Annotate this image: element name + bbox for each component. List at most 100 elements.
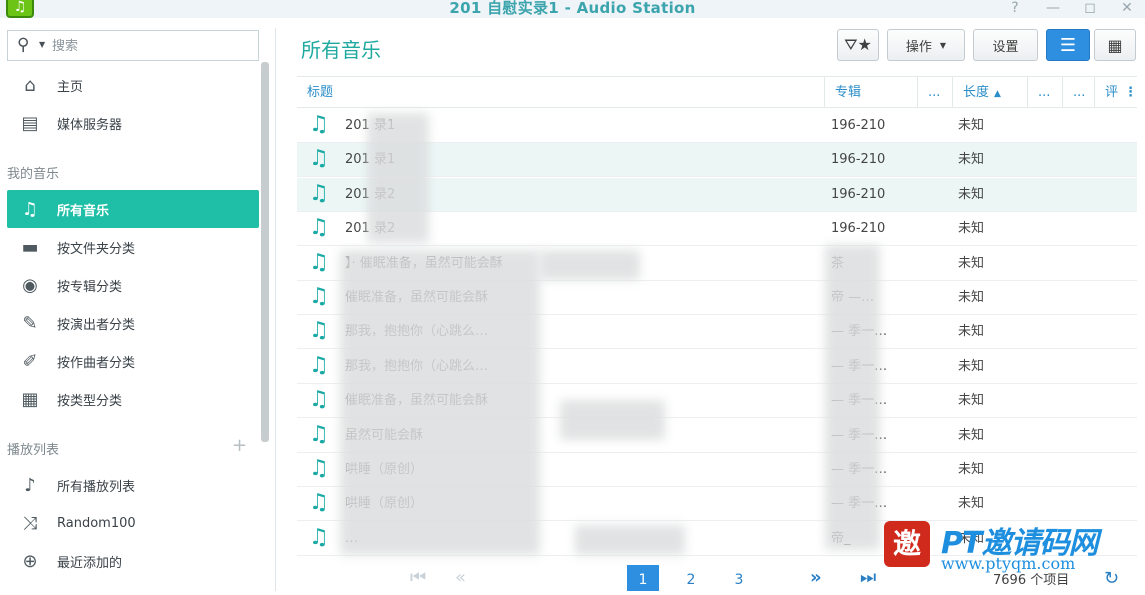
music-note-icon: ♫ (309, 490, 329, 516)
shuffle-icon: ⤨ (22, 512, 38, 534)
sidebar-item-by-genre[interactable]: ▦ 按类型分类 (7, 380, 259, 418)
refresh-icon[interactable]: ↻ (1104, 568, 1119, 589)
music-note-icon: ♫ (309, 318, 329, 344)
home-icon: ⌂ (24, 74, 36, 96)
sidebar-scrollbar[interactable] (261, 62, 269, 442)
sidebar-item-label: 所有播放列表 (57, 479, 136, 495)
search-icon[interactable]: ⚲ (17, 35, 29, 55)
sidebar-item-label: Random100 (57, 515, 136, 531)
page-button[interactable]: 3 (723, 565, 755, 591)
song-length: 未知 (958, 152, 985, 168)
folder-icon: ▬ (21, 236, 39, 258)
blur-overlay (560, 400, 665, 440)
watermark-url: www.ptyqm.com (941, 554, 1076, 573)
filter-button[interactable]: ⛛★ (837, 29, 879, 61)
media-server-icon: ▤ (21, 112, 39, 134)
song-album: 196-210 (831, 118, 886, 133)
blur-overlay (340, 250, 540, 555)
add-playlist-button[interactable]: + (232, 435, 247, 456)
column-more-3[interactable]: ... (1062, 77, 1094, 108)
chevron-down-icon: ▼ (939, 40, 947, 50)
grid-view-button[interactable]: ▦ (1094, 29, 1136, 61)
music-note-icon: ♫ (309, 146, 329, 172)
column-more-1[interactable]: ... (917, 77, 952, 108)
list-view-icon: ☰ (1059, 34, 1077, 56)
sidebar-divider (275, 28, 276, 591)
sort-asc-icon: ▲ (994, 89, 1001, 99)
music-note-icon: ♫ (309, 387, 329, 413)
column-more-2[interactable]: ... (1027, 77, 1062, 108)
prev-page-icon[interactable]: « (455, 567, 466, 588)
column-title[interactable]: 标题 (297, 77, 824, 108)
song-length: 未知 (958, 496, 985, 512)
settings-button[interactable]: 设置 (973, 29, 1038, 61)
blur-overlay (540, 250, 640, 280)
song-length: 未知 (958, 358, 985, 374)
song-album: 196-210 (831, 186, 886, 202)
close-icon[interactable]: ✕ (1117, 0, 1137, 18)
sidebar-item-by-composer[interactable]: ✐ 按作曲者分类 (7, 342, 259, 380)
page-button[interactable]: 1 (627, 565, 659, 591)
sidebar-item-label: 所有音乐 (57, 203, 110, 219)
last-page-icon[interactable]: ⏭ (860, 567, 876, 588)
blur-overlay (575, 525, 685, 555)
page-title: 所有音乐 (301, 38, 381, 62)
music-note-icon: ♫ (309, 215, 329, 241)
sidebar: ⚲ ▼ ⌂ 主页 ▤ 媒体服务器 我的音乐 ♫ 所有音乐 ▬ 按文件夹分类 ◉ … (0, 28, 270, 591)
search-box[interactable]: ⚲ ▼ (7, 30, 259, 61)
sidebar-item-label: 媒体服务器 (57, 117, 123, 133)
sidebar-item-label: 主页 (57, 79, 84, 95)
settings-label: 设置 (992, 39, 1019, 55)
first-page-icon[interactable]: ⏮ (410, 567, 426, 588)
song-album: 196-210 (831, 152, 886, 168)
blur-overlay (367, 113, 429, 243)
my-music-header: 我的音乐 (7, 167, 60, 182)
column-menu-icon[interactable]: ⋮ (1124, 85, 1137, 100)
sidebar-item-by-artist[interactable]: ✎ 按演出者分类 (7, 304, 259, 342)
column-rating[interactable]: 评 ⋮ (1094, 77, 1137, 108)
sidebar-item-by-album[interactable]: ◉ 按专辑分类 (7, 266, 259, 304)
help-icon[interactable]: ? (1005, 0, 1025, 18)
title-bar: ♫ 201 自慰实录1 - Audio Station ? — ◻ ✕ (0, 0, 1145, 18)
column-album[interactable]: 专辑 (824, 77, 917, 108)
sidebar-item-label: 最近添加的 (57, 555, 123, 571)
blur-overlay (825, 245, 880, 550)
filter-star-icon: ⛛★ (844, 35, 872, 54)
next-page-icon[interactable]: » (810, 567, 822, 588)
action-label: 操作 (905, 39, 932, 55)
sidebar-item-recently-added[interactable]: ⊕ 最近添加的 (7, 542, 259, 580)
minimize-icon[interactable]: — (1043, 0, 1063, 18)
sidebar-item-all-music[interactable]: ♫ 所有音乐 (7, 190, 259, 228)
song-length: 未知 (958, 324, 985, 340)
chevron-down-icon[interactable]: ▼ (39, 40, 45, 49)
maximize-icon[interactable]: ◻ (1080, 0, 1100, 18)
plus-circle-icon: ⊕ (22, 550, 38, 572)
sidebar-item-random100[interactable]: ⤨ Random100 (7, 504, 259, 542)
pen-icon: ✐ (22, 350, 38, 372)
music-note-icon: ♫ (309, 249, 329, 275)
album-icon: ◉ (22, 274, 38, 296)
search-input[interactable] (52, 37, 247, 55)
music-note-icon: ♫ (309, 180, 329, 206)
sidebar-item-label: 按类型分类 (57, 393, 123, 409)
page-button[interactable]: 2 (675, 565, 707, 591)
music-note-icon: ♫ (309, 284, 329, 309)
sidebar-item-by-folder[interactable]: ▬ 按文件夹分类 (7, 228, 259, 266)
action-button[interactable]: 操作 ▼ (887, 29, 965, 61)
column-rating-label: 评 (1105, 85, 1119, 100)
table-header: 标题 专辑 ... 长度 ▲ ... ... 评 ⋮ (297, 76, 1137, 108)
sidebar-item-label: 按作曲者分类 (57, 355, 136, 371)
song-length: 未知 (958, 393, 985, 409)
column-length-label: 长度 (963, 85, 990, 100)
list-view-button[interactable]: ☰ (1046, 29, 1090, 61)
music-note-icon: ♫ (309, 524, 329, 550)
column-length[interactable]: 长度 ▲ (952, 77, 1027, 108)
grid-view-icon: ▦ (1107, 35, 1123, 55)
grid-icon: ▦ (21, 388, 39, 410)
sidebar-item-all-playlists[interactable]: ♪ 所有播放列表 (7, 466, 259, 504)
sidebar-item-media-server[interactable]: ▤ 媒体服务器 (7, 104, 259, 142)
sidebar-item-home[interactable]: ⌂ 主页 (7, 66, 259, 104)
song-length: 未知 (958, 221, 985, 237)
song-length: 未知 (958, 186, 985, 202)
song-length: 未知 (958, 118, 985, 133)
